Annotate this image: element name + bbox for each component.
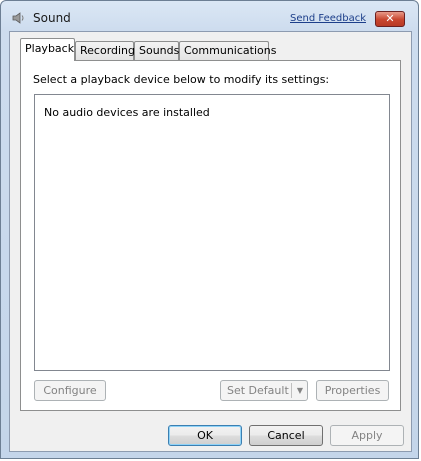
tab-label: Communications bbox=[184, 44, 277, 57]
playback-panel: Select a playback device below to modify… bbox=[20, 60, 401, 411]
apply-button[interactable]: Apply bbox=[330, 425, 404, 446]
close-icon: ✕ bbox=[385, 12, 395, 25]
cancel-button[interactable]: Cancel bbox=[249, 425, 323, 446]
tab-label: Recording bbox=[80, 44, 136, 57]
tab-recording[interactable]: Recording bbox=[75, 41, 136, 60]
chevron-down-icon[interactable]: ▼ bbox=[293, 381, 307, 400]
instruction-text: Select a playback device below to modify… bbox=[33, 73, 330, 86]
sound-dialog: Sound Send Feedback ✕ Playback Recording… bbox=[0, 0, 419, 459]
empty-list-message: No audio devices are installed bbox=[44, 106, 210, 119]
set-default-label: Set Default bbox=[227, 384, 289, 397]
configure-label: Configure bbox=[43, 384, 97, 397]
ok-label: OK bbox=[197, 429, 213, 442]
apply-label: Apply bbox=[351, 429, 383, 442]
split-divider bbox=[291, 383, 292, 398]
title-bar[interactable]: Sound Send Feedback ✕ bbox=[1, 1, 418, 31]
configure-button[interactable]: Configure bbox=[34, 380, 106, 401]
properties-label: Properties bbox=[324, 384, 381, 397]
tab-label: Sounds bbox=[139, 44, 180, 57]
tab-sounds[interactable]: Sounds bbox=[134, 41, 179, 60]
set-default-button[interactable]: Set Default ▼ bbox=[220, 380, 308, 401]
properties-button[interactable]: Properties bbox=[316, 380, 389, 401]
playback-device-list[interactable]: No audio devices are installed bbox=[34, 94, 390, 371]
tab-playback[interactable]: Playback bbox=[20, 38, 75, 61]
speaker-icon bbox=[12, 12, 24, 24]
tab-label: Playback bbox=[25, 42, 75, 55]
send-feedback-link[interactable]: Send Feedback bbox=[290, 13, 366, 24]
dialog-client-area: Playback Recording Sounds Communications… bbox=[9, 31, 412, 452]
ok-button[interactable]: OK bbox=[168, 425, 242, 446]
cancel-label: Cancel bbox=[267, 429, 305, 442]
window-title: Sound bbox=[33, 11, 71, 25]
close-button[interactable]: ✕ bbox=[375, 11, 405, 27]
tab-communications[interactable]: Communications bbox=[179, 41, 276, 60]
